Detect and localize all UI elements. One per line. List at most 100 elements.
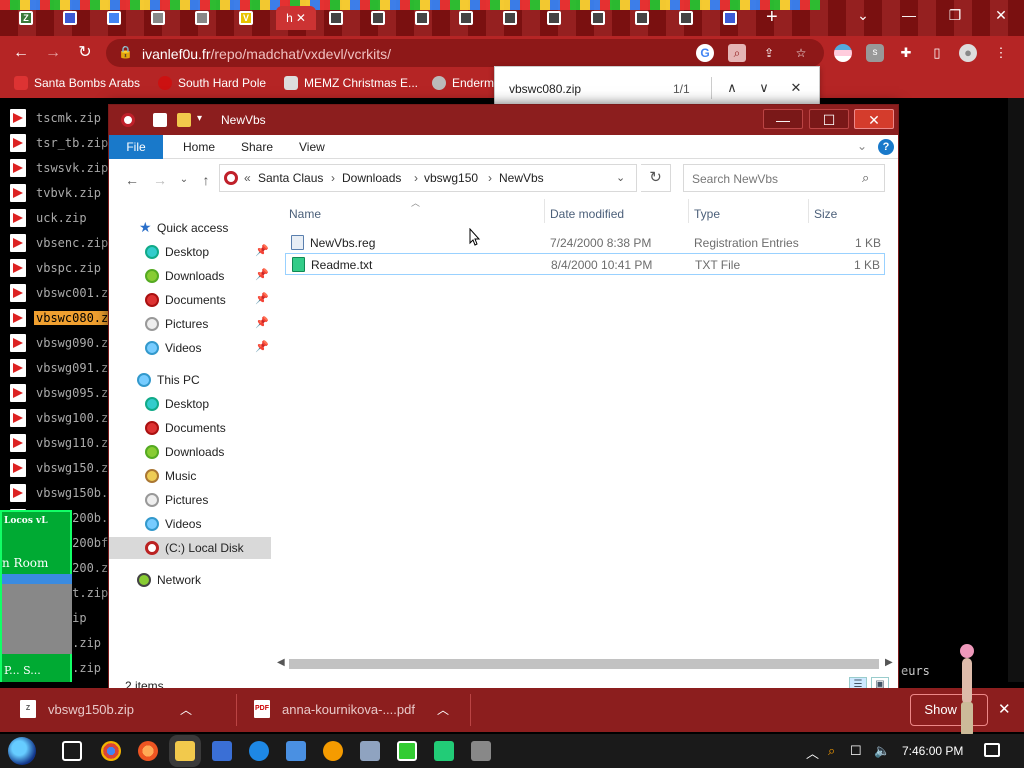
page-file-link[interactable]: tsr_tb.zip xyxy=(0,131,110,156)
browser-tab[interactable] xyxy=(140,6,176,30)
explorer-title-bar[interactable]: ▾ NewVbs — ☐ ✕ xyxy=(109,105,898,135)
browser-tab[interactable] xyxy=(712,6,748,30)
notepad-icon[interactable] xyxy=(434,741,454,761)
customize-quick-access-icon[interactable]: ▾ xyxy=(197,113,202,124)
nav-item-pictures[interactable]: Pictures xyxy=(109,489,271,511)
profile-avatar-icon[interactable]: ● xyxy=(959,44,977,62)
browser-tab[interactable] xyxy=(492,6,528,30)
network-tray-icon[interactable]: ☐ xyxy=(850,743,862,759)
tray-search-icon[interactable]: ⌕ xyxy=(828,743,835,759)
nav-item-local-disk[interactable]: (C:) Local Disk xyxy=(109,537,271,559)
browser-tab[interactable] xyxy=(668,6,704,30)
page-scrollbar[interactable] xyxy=(1008,98,1024,682)
scroll-left-icon[interactable]: ◀ xyxy=(277,657,285,668)
address-bar[interactable]: 🔒 ivanlef0u.fr/repo/madchat/vxdevl/vcrki… xyxy=(106,39,824,67)
browser-tab[interactable]: Z xyxy=(8,6,44,30)
breadcrumb-overflow[interactable]: « xyxy=(244,171,251,185)
app-icon[interactable] xyxy=(286,741,306,761)
file-explorer-icon[interactable] xyxy=(175,741,195,761)
new-tab-button[interactable]: + xyxy=(766,7,778,27)
column-divider[interactable] xyxy=(544,199,545,223)
nav-this-pc[interactable]: This PC xyxy=(109,369,271,391)
breadcrumb-separator-icon[interactable]: › xyxy=(331,171,335,185)
ribbon-tab-file[interactable]: File xyxy=(109,135,163,159)
file-row[interactable]: NewVbs.reg 7/24/2000 8:38 PM Registratio… xyxy=(285,232,885,254)
back-button[interactable]: ← xyxy=(10,42,32,64)
reload-button[interactable]: ↻ xyxy=(74,42,96,64)
share-icon[interactable]: ⇪ xyxy=(760,44,778,62)
back-arrow-icon[interactable]: ← xyxy=(123,171,141,189)
flag-extension-icon[interactable] xyxy=(834,44,852,62)
explorer-maximize-button[interactable]: ☐ xyxy=(809,109,849,129)
browser-tab[interactable] xyxy=(52,6,88,30)
up-arrow-icon[interactable]: ↑ xyxy=(197,171,215,189)
nav-item-documents[interactable]: Documents xyxy=(109,417,271,439)
recent-locations-icon[interactable]: ⌄ xyxy=(175,171,193,189)
browser-tab[interactable] xyxy=(184,6,220,30)
s-extension-icon[interactable]: s xyxy=(866,44,884,62)
browser-tab[interactable]: V xyxy=(228,6,264,30)
column-divider[interactable] xyxy=(808,199,809,223)
browser-tab[interactable] xyxy=(536,6,572,30)
find-previous-icon[interactable]: ∧ xyxy=(723,79,741,97)
page-file-link[interactable]: tswsvk.zip xyxy=(0,156,110,181)
search-input[interactable]: Search NewVbs ⌕ xyxy=(683,164,885,192)
nav-network[interactable]: Network xyxy=(109,569,271,591)
app-icon[interactable] xyxy=(360,741,380,761)
file-row[interactable]: Readme.txt 8/4/2000 10:41 PM TXT File 1 … xyxy=(285,253,885,275)
page-file-link[interactable]: vbswg095.z xyxy=(0,381,110,406)
download-options-icon[interactable]: ︿ xyxy=(180,701,192,718)
help-icon[interactable]: ? xyxy=(878,139,894,155)
close-browser-button[interactable]: ✕ xyxy=(978,0,1024,30)
breadcrumb-item[interactable]: vbswg150 xyxy=(424,171,478,185)
firefox-icon[interactable] xyxy=(138,741,158,761)
properties-icon[interactable] xyxy=(153,113,167,127)
google-lens-icon[interactable]: G xyxy=(696,44,714,62)
address-breadcrumb[interactable]: « Santa Claus › Downloads › vbswg150 › N… xyxy=(219,164,637,192)
extensions-puzzle-icon[interactable]: ✚ xyxy=(897,44,915,62)
download-item[interactable]: PDF anna-kournikova-....pdf ︿ xyxy=(254,700,449,718)
tab-search-button[interactable]: ⌄ xyxy=(840,0,886,30)
scrollbar-thumb[interactable] xyxy=(289,659,879,669)
nav-item-videos[interactable]: Videos 📌 xyxy=(109,337,271,359)
breadcrumb-separator-icon[interactable]: › xyxy=(414,171,418,185)
breadcrumb-item[interactable]: Santa Claus xyxy=(258,171,323,185)
bookmark-item[interactable]: Enderm xyxy=(432,76,494,90)
page-file-link[interactable]: vbswg110.z xyxy=(0,431,110,456)
bookmark-item[interactable]: South Hard Pole xyxy=(158,76,266,90)
ribbon-tab-view[interactable]: View xyxy=(287,135,337,159)
browser-tab[interactable] xyxy=(404,6,440,30)
browser-tab[interactable] xyxy=(96,6,132,30)
download-options-icon[interactable]: ︿ xyxy=(437,701,449,718)
page-file-link[interactable]: tscmk.zip xyxy=(0,106,110,131)
horizontal-scrollbar[interactable]: ◀ ▶ xyxy=(273,655,897,673)
breadcrumb-separator-icon[interactable]: › xyxy=(488,171,492,185)
scroll-right-icon[interactable]: ▶ xyxy=(885,657,893,668)
bookmark-star-icon[interactable]: ☆ xyxy=(792,44,810,62)
tab-active[interactable]: h ✕ xyxy=(276,6,316,30)
control-panel-icon[interactable] xyxy=(212,741,232,761)
nav-item-desktop[interactable]: Desktop 📌 xyxy=(109,241,271,263)
nav-item-documents[interactable]: Documents 📌 xyxy=(109,289,271,311)
page-file-link[interactable]: vbswg150b. xyxy=(0,481,110,506)
browser-menu-icon[interactable]: ⋮ xyxy=(992,44,1010,62)
column-header-size[interactable]: Size xyxy=(814,207,837,221)
show-hidden-icons-icon[interactable]: ︿ xyxy=(806,743,819,762)
page-file-link[interactable]: vbswg090.z xyxy=(0,331,110,356)
zoom-icon[interactable]: ⌕ xyxy=(728,44,746,62)
breadcrumb-item[interactable]: Downloads xyxy=(342,171,401,185)
nav-item-downloads[interactable]: Downloads 📌 xyxy=(109,265,271,287)
side-panel-icon[interactable]: ▯ xyxy=(928,44,946,62)
browser-tab[interactable] xyxy=(580,6,616,30)
refresh-icon[interactable]: ↻ xyxy=(641,164,671,192)
ribbon-tab-home[interactable]: Home xyxy=(171,135,227,159)
notifications-icon[interactable] xyxy=(984,743,1000,757)
app-icon[interactable] xyxy=(471,741,491,761)
browser-tab[interactable] xyxy=(448,6,484,30)
browser-tab[interactable] xyxy=(360,6,396,30)
find-input[interactable]: vbswc080.zip xyxy=(509,82,581,96)
page-file-link[interactable]: vbswc080.z xyxy=(0,306,111,331)
nav-item-desktop[interactable]: Desktop xyxy=(109,393,271,415)
ribbon-tab-share[interactable]: Share xyxy=(229,135,285,159)
page-file-link[interactable]: vbswc001.z xyxy=(0,281,110,306)
